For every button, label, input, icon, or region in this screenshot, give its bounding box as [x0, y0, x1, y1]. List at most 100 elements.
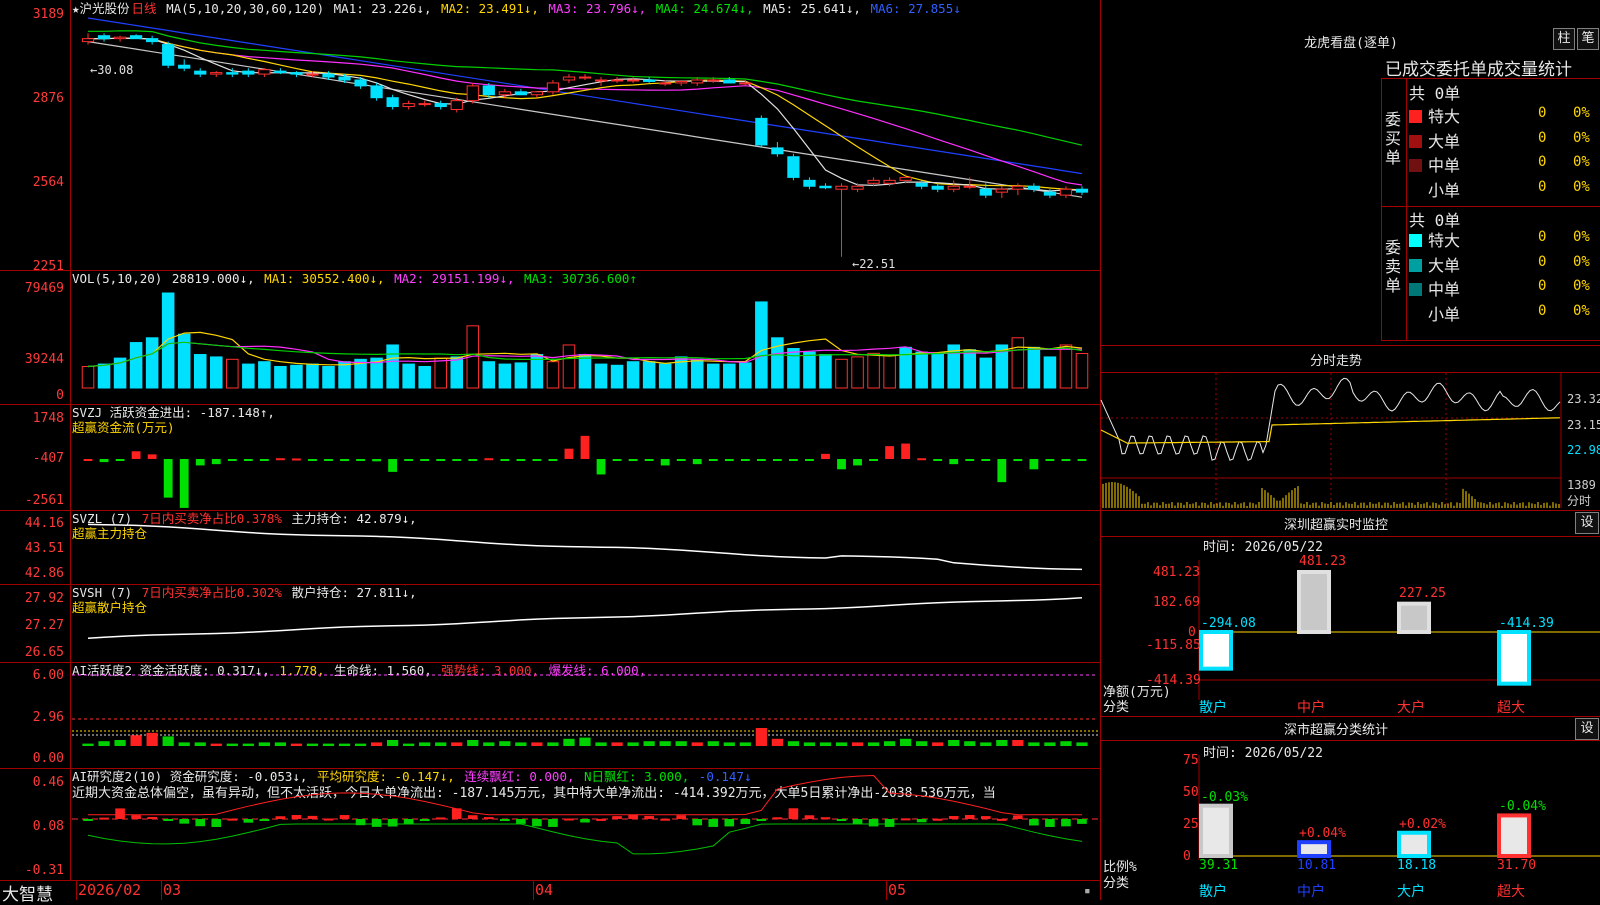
- volume-chart[interactable]: [0, 270, 1100, 404]
- activity-bar: [579, 737, 591, 746]
- price-panel[interactable]: 3189 2876 2564 2251 ★沪光股份 日线 MA(5,10,20,3…: [0, 0, 1100, 274]
- flow-bar: [708, 459, 718, 461]
- flow-bar: [356, 459, 365, 461]
- volume-bar: [242, 363, 255, 389]
- activity-bar: [290, 743, 303, 746]
- activity-bar: [851, 742, 864, 746]
- volume-bar: [819, 354, 832, 389]
- activity-bar: [675, 741, 687, 746]
- flow-bar: [724, 459, 734, 462]
- lock-icon[interactable]: ▪: [1084, 884, 1091, 897]
- candle-up: [418, 103, 431, 106]
- activity-bar: [322, 743, 335, 746]
- candle-up: [306, 73, 319, 76]
- candle-down: [979, 188, 992, 196]
- flow-bar: [115, 459, 125, 461]
- research-bar: [131, 815, 141, 819]
- activity-bar: [515, 742, 527, 746]
- volume-bar: [450, 356, 464, 389]
- volume-panel[interactable]: 79469 39244 0 VOL(5,10,20) 28819.000↓, M…: [0, 270, 1100, 405]
- candle-down: [338, 76, 351, 81]
- candle-up: [899, 176, 912, 181]
- flow-bar: [1029, 459, 1039, 470]
- activity-bar: [419, 742, 431, 746]
- volume-bar: [498, 363, 512, 389]
- candle-down: [97, 35, 111, 40]
- volume-bar: [338, 361, 351, 389]
- svzj-panel[interactable]: 1748 -407 -2561 SVZJ 活跃资金进出: -187.148↑, …: [0, 404, 1100, 511]
- monitor-bar: [1297, 570, 1331, 634]
- flow-bar: [372, 459, 381, 462]
- activity-bar: [1060, 741, 1072, 746]
- svzl-chart[interactable]: [0, 510, 1100, 584]
- svzl-panel[interactable]: 44.16 43.51 42.86 SVZL (7) 7日内买卖净占比0.378…: [0, 510, 1100, 585]
- flow-bar: [821, 453, 830, 459]
- activity-bar: [707, 741, 719, 746]
- activity-bar: [547, 742, 559, 746]
- class-left-label: 分类: [1103, 876, 1130, 891]
- volume-bar: [658, 363, 672, 389]
- candle-down: [723, 79, 736, 84]
- svsh-chart[interactable]: [0, 584, 1100, 662]
- flow-bar: [131, 451, 141, 459]
- volume-bar: [963, 349, 977, 389]
- research-red-line: [88, 774, 1082, 816]
- activity-bar: [739, 742, 751, 746]
- flow-bar: [163, 459, 173, 498]
- ai-activity-chart[interactable]: [0, 662, 1100, 768]
- svzj-chart[interactable]: [0, 404, 1100, 510]
- candle-down: [915, 182, 928, 187]
- flow-bar: [933, 459, 943, 461]
- ai-activity-panel[interactable]: 6.00 2.96 0.00 AI活跃度2 资金活跃度: 0.317↓, 1.7…: [0, 662, 1100, 769]
- research-bar: [932, 818, 943, 821]
- research-bar: [596, 818, 606, 821]
- activity-bar: [194, 742, 206, 746]
- flow-bar: [917, 458, 927, 461]
- activity-bar: [771, 738, 783, 746]
- y-label: 182.69: [1153, 595, 1200, 610]
- volume-bar: [706, 363, 720, 389]
- activity-bar: [258, 742, 270, 746]
- flow-bar: [452, 459, 462, 461]
- activity-bar: [643, 741, 655, 746]
- ai-research-panel[interactable]: 0.46 0.08 -0.31 AI研究度2(10) 资金研究度: -0.053…: [0, 768, 1100, 881]
- research-bar: [484, 817, 494, 820]
- flow-bar: [147, 454, 157, 459]
- research-bar: [612, 816, 622, 819]
- svsh-panel[interactable]: 27.92 27.27 26.65 SVSH (7) 7日内买卖净占比0.302…: [0, 584, 1100, 663]
- candle-up: [1011, 185, 1024, 190]
- activity-bar: [883, 741, 896, 746]
- activity-bar: [867, 742, 880, 746]
- volume-bar: [482, 361, 496, 389]
- intraday-chart[interactable]: [1100, 0, 1600, 860]
- class-settings-button[interactable]: 设: [1575, 718, 1599, 740]
- candle-down: [931, 185, 944, 190]
- volume-bar: [129, 342, 143, 389]
- divider: [1101, 510, 1600, 511]
- activity-bar: [178, 742, 190, 746]
- candlestick-chart[interactable]: ←30.08 ←22.51: [0, 0, 1100, 271]
- volume-bar: [418, 365, 431, 389]
- low-price-label: ←22.51: [852, 257, 895, 271]
- flow-bar: [324, 459, 333, 461]
- research-bar: [355, 819, 366, 826]
- class-percent: -0.03%: [1201, 789, 1248, 805]
- candle-up: [466, 85, 479, 102]
- intraday-label: 分时: [1567, 494, 1592, 508]
- volume-bar: [274, 365, 287, 389]
- candle-up: [81, 38, 95, 43]
- activity-bar: [387, 740, 399, 746]
- flow-bar: [468, 459, 478, 461]
- class-title: 深市超赢分类统计: [1283, 723, 1388, 738]
- retail-holding-line: [87, 596, 1083, 640]
- activity-bar: [242, 743, 254, 746]
- research-bar: [227, 818, 238, 821]
- activity-bar: [274, 742, 287, 746]
- divider: [1101, 716, 1600, 717]
- monitor-settings-button[interactable]: 设: [1575, 512, 1599, 534]
- candle-up: [402, 103, 415, 108]
- brand-label: 大智慧: [2, 885, 53, 905]
- volume-bar: [867, 352, 880, 389]
- activity-bar: [130, 735, 142, 746]
- ai-research-chart[interactable]: [0, 768, 1100, 880]
